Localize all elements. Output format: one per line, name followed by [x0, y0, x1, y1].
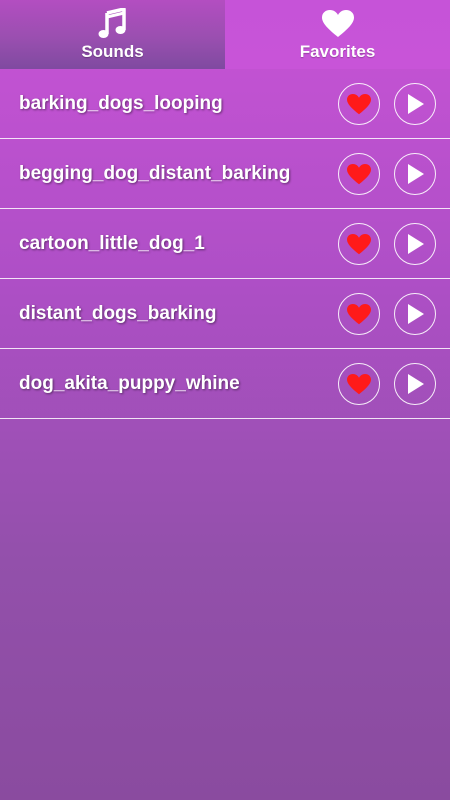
tab-favorites-label: Favorites — [299, 42, 376, 61]
sound-row[interactable]: cartoon_little_dog_1 — [0, 209, 450, 279]
sound-row[interactable]: barking_dogs_looping — [0, 69, 450, 139]
tab-sounds[interactable]: Sounds — [0, 0, 225, 69]
heart-icon — [347, 373, 371, 394]
play-button[interactable] — [394, 293, 436, 335]
play-icon — [408, 234, 424, 254]
favorite-button[interactable] — [338, 153, 380, 195]
sound-row[interactable]: begging_dog_distant_barking — [0, 139, 450, 209]
heart-icon — [347, 163, 371, 184]
play-icon — [408, 374, 424, 394]
music-note-icon — [97, 8, 129, 40]
sound-name: dog_akita_puppy_whine — [19, 373, 240, 394]
play-icon — [408, 94, 424, 114]
play-button[interactable] — [394, 153, 436, 195]
sound-name: distant_dogs_barking — [19, 303, 217, 324]
sound-name: barking_dogs_looping — [19, 93, 223, 114]
favorite-button[interactable] — [338, 83, 380, 125]
favorite-button[interactable] — [338, 363, 380, 405]
heart-icon — [347, 303, 371, 324]
heart-icon — [347, 93, 371, 114]
play-button[interactable] — [394, 83, 436, 125]
sound-list: barking_dogs_looping begging_dog_distant… — [0, 69, 450, 419]
sound-name: cartoon_little_dog_1 — [19, 233, 205, 254]
play-button[interactable] — [394, 223, 436, 265]
heart-icon — [321, 8, 354, 40]
tab-bar: Sounds Favorites — [0, 0, 450, 69]
play-icon — [408, 304, 424, 324]
heart-icon — [347, 233, 371, 254]
favorite-button[interactable] — [338, 223, 380, 265]
sound-row[interactable]: distant_dogs_barking — [0, 279, 450, 349]
play-icon — [408, 164, 424, 184]
tab-favorites[interactable]: Favorites — [225, 0, 450, 69]
favorite-button[interactable] — [338, 293, 380, 335]
play-button[interactable] — [394, 363, 436, 405]
sound-row[interactable]: dog_akita_puppy_whine — [0, 349, 450, 419]
tab-sounds-label: Sounds — [81, 42, 144, 61]
sound-name: begging_dog_distant_barking — [19, 163, 291, 184]
